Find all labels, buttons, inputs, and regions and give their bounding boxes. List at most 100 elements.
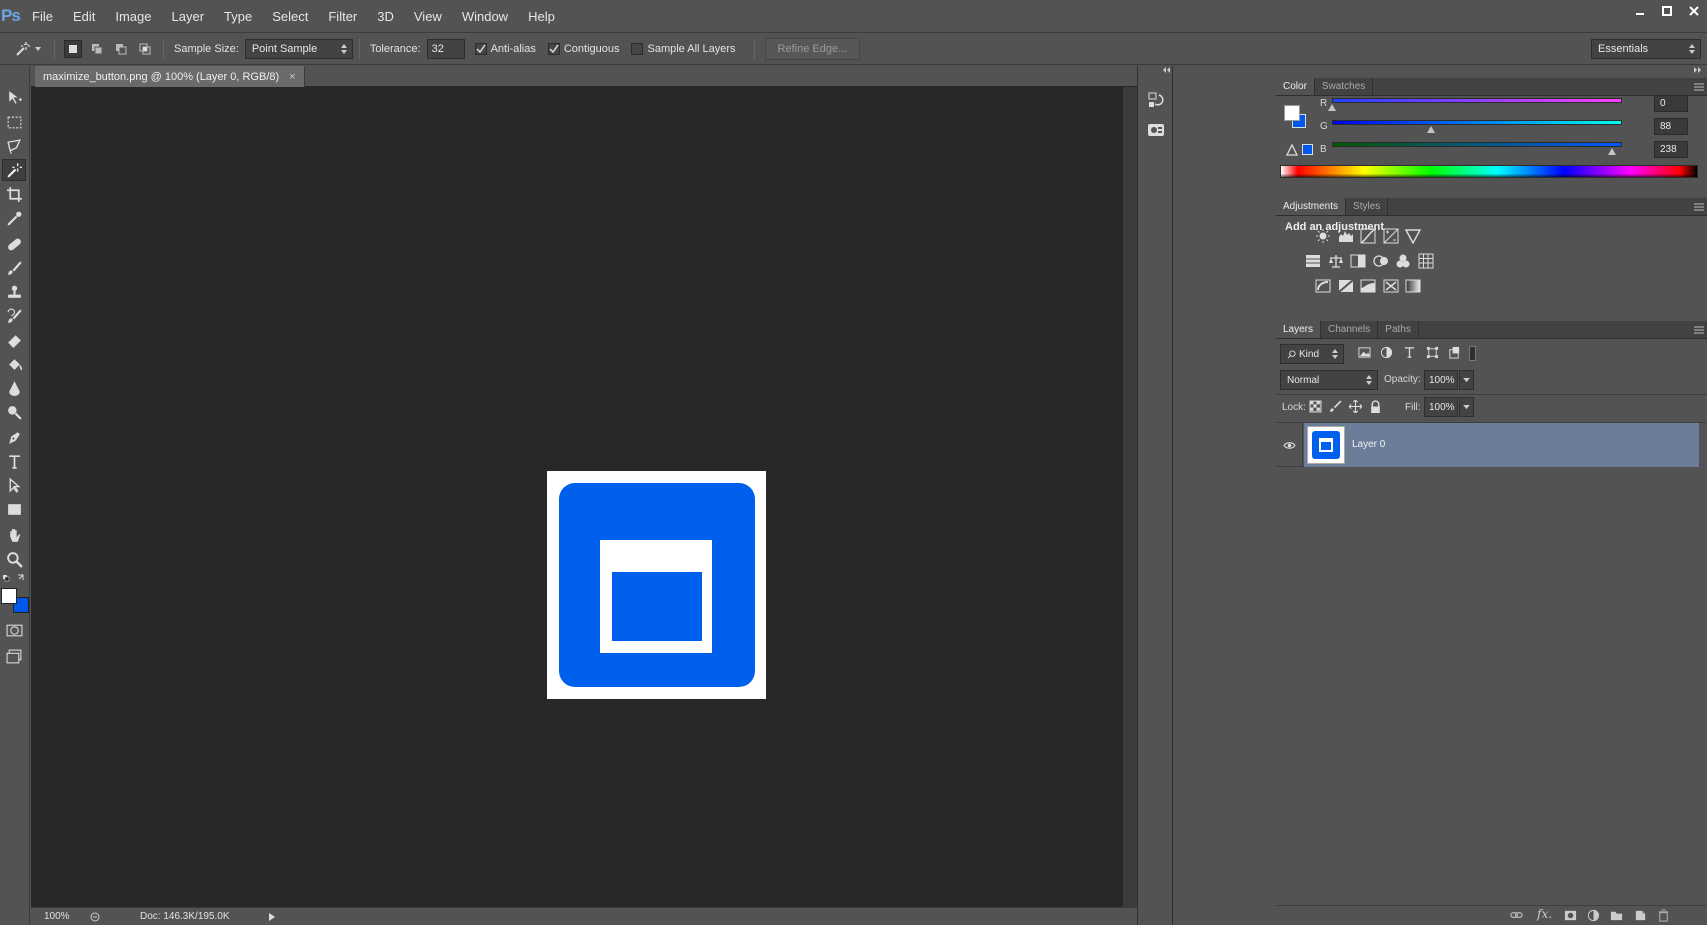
web-safe-color-swatch[interactable] [1302, 144, 1313, 155]
vibrance-adjustment-button[interactable] [1404, 227, 1422, 245]
zoom-level[interactable]: 100% [44, 911, 84, 922]
chevron-down-icon[interactable] [34, 45, 42, 53]
layer-filter-select[interactable]: Kind [1280, 344, 1344, 364]
filter-toggle-switch[interactable] [1469, 346, 1476, 361]
quick-mask-button[interactable] [2, 619, 26, 641]
image-canvas[interactable] [547, 471, 766, 699]
close-button[interactable] [1680, 0, 1707, 22]
channel-b-thumb[interactable] [1608, 148, 1616, 155]
vertical-scrollbar[interactable] [1123, 87, 1137, 907]
properties-panel-button[interactable] [1146, 120, 1166, 140]
color-panel-swatches[interactable] [1284, 105, 1308, 129]
history-panel-button[interactable] [1146, 90, 1166, 110]
menu-type[interactable]: Type [214, 0, 262, 33]
layer-row[interactable]: Layer 0 [1276, 423, 1699, 467]
zoom-tool[interactable] [2, 548, 26, 570]
menu-select[interactable]: Select [262, 0, 318, 33]
foreground-color-swatch[interactable] [1284, 105, 1300, 121]
pen-tool[interactable] [2, 426, 26, 448]
tab-styles[interactable]: Styles [1346, 198, 1389, 215]
minimize-button[interactable] [1626, 0, 1653, 22]
menu-edit[interactable]: Edit [63, 0, 105, 33]
tab-channels[interactable]: Channels [1321, 321, 1379, 338]
channel-r-input[interactable]: 0 [1654, 95, 1688, 112]
tab-adjustments[interactable]: Adjustments [1276, 198, 1347, 215]
menu-file[interactable]: File [22, 0, 63, 33]
color-lookup-adjustment-button[interactable] [1417, 252, 1435, 270]
collapse-arrows-icon[interactable] [1162, 66, 1172, 74]
lock-all-button[interactable] [1369, 400, 1383, 414]
blur-tool[interactable] [2, 377, 26, 399]
menu-layer[interactable]: Layer [162, 0, 215, 33]
channel-r-thumb[interactable] [1328, 104, 1336, 111]
photo-filter-adjustment-button[interactable] [1372, 252, 1390, 270]
channel-mixer-adjustment-button[interactable] [1394, 252, 1412, 270]
selective-color-adjustment-button[interactable] [1382, 277, 1400, 295]
posterize-adjustment-button[interactable] [1337, 277, 1355, 295]
levels-adjustment-button[interactable] [1337, 227, 1355, 245]
filter-adjustment-layers-button[interactable] [1380, 346, 1396, 362]
intersect-selection-button[interactable] [136, 40, 154, 58]
panel-menu-icon[interactable] [1694, 201, 1704, 211]
gradient-map-adjustment-button[interactable] [1404, 277, 1422, 295]
refine-edge-button[interactable]: Refine Edge... [764, 38, 861, 60]
document-tab[interactable]: maximize_button.png @ 100% (Layer 0, RGB… [35, 66, 305, 87]
marquee-tool[interactable] [2, 111, 26, 133]
panel-menu-icon[interactable] [1694, 81, 1704, 91]
filter-shape-layers-button[interactable] [1426, 346, 1442, 362]
restore-button[interactable] [1653, 0, 1680, 22]
contiguous-checkbox[interactable]: Contiguous [547, 43, 619, 55]
move-tool[interactable] [2, 86, 26, 108]
black-white-adjustment-button[interactable] [1349, 252, 1367, 270]
channel-b-slider[interactable] [1332, 142, 1622, 147]
tool-preset-picker[interactable] [12, 41, 34, 57]
link-layers-button[interactable] [1510, 909, 1526, 923]
default-colors-button[interactable] [2, 572, 28, 584]
crop-tool[interactable] [2, 183, 26, 205]
channel-g-input[interactable]: 88 [1654, 118, 1688, 135]
tab-layers[interactable]: Layers [1276, 321, 1322, 338]
fill-dropdown[interactable] [1459, 397, 1474, 417]
menu-image[interactable]: Image [105, 0, 161, 33]
opacity-input[interactable]: 100% [1424, 370, 1458, 390]
lock-image-pixels-button[interactable] [1329, 400, 1343, 414]
tolerance-input[interactable]: 32 [426, 39, 465, 59]
tab-swatches[interactable]: Swatches [1315, 78, 1374, 95]
dodge-tool[interactable] [2, 401, 26, 423]
layer-name[interactable]: Layer 0 [1352, 439, 1385, 450]
channel-g-thumb[interactable] [1427, 126, 1435, 133]
eyedropper-tool[interactable] [2, 207, 26, 229]
foreground-color-swatch[interactable] [1, 588, 17, 604]
brightness-contrast-adjustment-button[interactable] [1314, 227, 1332, 245]
clone-stamp-tool[interactable] [2, 281, 26, 303]
fx-icon[interactable]: fx. [1537, 907, 1552, 921]
channel-r-slider[interactable] [1332, 98, 1622, 103]
tab-paths[interactable]: Paths [1378, 321, 1419, 338]
status-menu-arrow-icon[interactable] [268, 912, 276, 922]
share-icon[interactable] [90, 912, 100, 922]
tab-color[interactable]: Color [1276, 78, 1315, 95]
filter-smart-objects-button[interactable] [1448, 346, 1464, 362]
menu-3d[interactable]: 3D [367, 0, 404, 33]
sample-size-select[interactable]: Point Sample [244, 39, 353, 59]
anti-alias-checkbox[interactable]: Anti-alias [474, 43, 536, 55]
panel-menu-icon[interactable] [1694, 324, 1704, 334]
workspace-select[interactable]: Essentials [1591, 39, 1701, 59]
type-tool[interactable] [2, 450, 26, 472]
threshold-adjustment-button[interactable] [1359, 277, 1377, 295]
new-layer-button[interactable] [1634, 909, 1650, 923]
sample-all-layers-checkbox[interactable]: Sample All Layers [631, 43, 736, 55]
path-selection-tool[interactable] [2, 474, 26, 496]
color-balance-adjustment-button[interactable] [1327, 252, 1345, 270]
menu-window[interactable]: Window [452, 0, 518, 33]
filter-type-layers-button[interactable] [1403, 346, 1419, 362]
canvas-area[interactable] [31, 87, 1123, 907]
add-mask-button[interactable] [1564, 909, 1580, 923]
eraser-tool[interactable] [2, 329, 26, 351]
collapse-arrows-icon[interactable] [1693, 66, 1703, 74]
subtract-selection-button[interactable] [112, 40, 130, 58]
layer-visibility-toggle[interactable] [1276, 423, 1303, 467]
lock-position-button[interactable] [1349, 400, 1363, 414]
menu-view[interactable]: View [404, 0, 452, 33]
add-selection-button[interactable] [88, 40, 106, 58]
